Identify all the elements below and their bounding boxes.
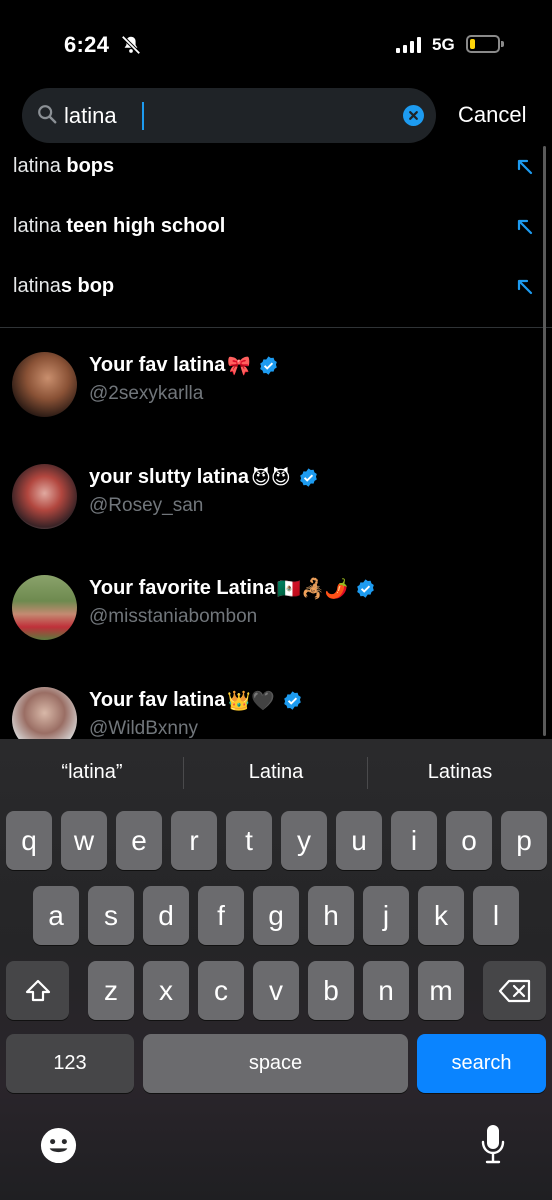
key-w[interactable]: w	[61, 811, 107, 870]
key-e[interactable]: e	[116, 811, 162, 870]
key-i[interactable]: i	[391, 811, 437, 870]
backspace-icon	[498, 979, 530, 1002]
shift-icon	[25, 979, 50, 1001]
key-x[interactable]: x	[143, 961, 189, 1020]
name-emoji: 😈😈	[251, 466, 291, 489]
suggestion-item[interactable]: latina teen high school	[0, 199, 552, 259]
key-s[interactable]: s	[88, 886, 134, 945]
cancel-button[interactable]: Cancel	[458, 102, 526, 128]
suggestion-text: latina bops	[13, 155, 115, 177]
search-key[interactable]: search	[417, 1034, 546, 1093]
prediction-item[interactable]: Latina	[184, 761, 368, 784]
suggestion-text: latinas bop	[13, 275, 115, 297]
status-bar: 6:24 5G	[0, 0, 552, 90]
numbers-key[interactable]: 123	[6, 1034, 134, 1093]
user-handle: @misstaniabombon	[89, 606, 258, 627]
user-result[interactable]: Your fav latina 🎀 @2sexykarlla	[0, 352, 540, 452]
display-name: your slutty latina 😈😈	[89, 466, 319, 489]
key-c[interactable]: c	[198, 961, 244, 1020]
cellular-signal-icon	[396, 37, 421, 53]
battery-icon	[466, 35, 504, 53]
verified-icon	[283, 691, 301, 710]
user-result[interactable]: Your favorite Latina 🇲🇽🦂🌶️ @misstaniabomb…	[0, 575, 540, 675]
key-d[interactable]: d	[143, 886, 189, 945]
emoji-icon[interactable]	[39, 1126, 78, 1165]
space-key[interactable]: space	[143, 1034, 408, 1093]
name-emoji: 🎀	[227, 355, 251, 377]
battery-level	[470, 39, 475, 49]
arrow-up-left-icon[interactable]	[515, 277, 535, 297]
key-l[interactable]: l	[473, 886, 519, 945]
display-name: Your fav latina 🎀	[89, 354, 279, 377]
search-icon	[38, 105, 57, 124]
name-emoji: 🇲🇽🦂🌶️	[277, 578, 349, 600]
key-u[interactable]: u	[336, 811, 382, 870]
verified-icon	[260, 356, 277, 375]
key-h[interactable]: h	[308, 886, 354, 945]
backspace-key[interactable]	[483, 961, 546, 1020]
user-result[interactable]: your slutty latina 😈😈 @Rosey_san	[0, 464, 540, 564]
microphone-icon[interactable]	[480, 1123, 506, 1165]
name-emoji: 👑🖤	[227, 690, 275, 712]
key-n[interactable]: n	[363, 961, 409, 1020]
status-time: 6:24	[64, 32, 110, 57]
key-r[interactable]: r	[171, 811, 217, 870]
prediction-item[interactable]: Latinas	[368, 761, 552, 784]
suggestion-item[interactable]: latina bops	[0, 139, 552, 199]
avatar	[12, 464, 77, 529]
avatar	[12, 575, 77, 640]
arrow-up-left-icon[interactable]	[515, 157, 535, 177]
key-b[interactable]: b	[308, 961, 354, 1020]
clear-icon[interactable]	[403, 105, 424, 126]
scrollbar[interactable]	[543, 146, 546, 736]
verified-icon	[299, 468, 317, 487]
key-t[interactable]: t	[226, 811, 272, 870]
key-f[interactable]: f	[198, 886, 244, 945]
key-a[interactable]: a	[33, 886, 79, 945]
user-handle: @Rosey_san	[89, 495, 204, 516]
key-g[interactable]: g	[253, 886, 299, 945]
keyboard: “latina” Latina Latinas q w e r t y u i …	[0, 739, 552, 1200]
predictive-bar: “latina” Latina Latinas	[0, 739, 552, 809]
key-p[interactable]: p	[501, 811, 547, 870]
key-o[interactable]: o	[446, 811, 492, 870]
key-q[interactable]: q	[6, 811, 52, 870]
key-y[interactable]: y	[281, 811, 327, 870]
bell-slash-icon	[121, 35, 141, 55]
search-input[interactable]	[64, 101, 394, 131]
display-name: Your favorite Latina 🇲🇽🦂🌶️	[89, 577, 376, 600]
key-v[interactable]: v	[253, 961, 299, 1020]
key-j[interactable]: j	[363, 886, 409, 945]
suggestion-text: latina teen high school	[13, 215, 226, 237]
text-caret	[142, 102, 144, 130]
network-type: 5G	[432, 35, 455, 54]
key-z[interactable]: z	[88, 961, 134, 1020]
arrow-up-left-icon[interactable]	[515, 217, 535, 237]
user-handle: @2sexykarlla	[89, 383, 204, 404]
verified-icon	[357, 579, 375, 598]
user-handle: @WildBxnny	[89, 718, 199, 739]
key-m[interactable]: m	[418, 961, 464, 1020]
divider	[0, 327, 552, 328]
search-bar[interactable]	[22, 88, 436, 143]
key-k[interactable]: k	[418, 886, 464, 945]
suggestion-item[interactable]: latinas bop	[0, 259, 552, 319]
prediction-item[interactable]: “latina”	[0, 761, 184, 784]
avatar	[12, 352, 77, 417]
shift-key[interactable]	[6, 961, 69, 1020]
display-name: Your fav latina 👑🖤	[89, 689, 303, 712]
